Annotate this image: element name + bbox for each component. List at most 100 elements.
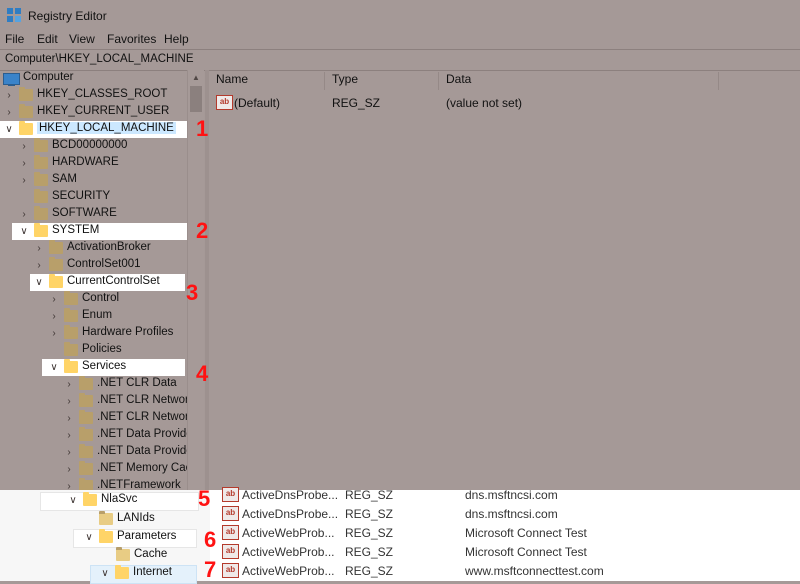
address-path[interactable]: Computer\HKEY_LOCAL_MACHINE <box>5 53 194 65</box>
tree-node-hkey-current-user[interactable]: › HKEY_CURRENT_USER <box>0 104 185 121</box>
tree-node-activationbroker[interactable]: › ActivationBroker <box>0 240 185 257</box>
chevron-right-icon[interactable]: › <box>3 104 15 121</box>
chevron-right-icon[interactable]: › <box>48 291 60 308</box>
step-marker-4: 4 <box>196 361 209 386</box>
folder-icon <box>19 87 33 101</box>
tree-node-bcd[interactable]: › BCD00000000 <box>0 138 185 155</box>
tree-node-label: Cache <box>134 548 168 560</box>
menu-bar: File Edit View Favorites Help <box>0 30 800 49</box>
chevron-right-icon[interactable]: › <box>33 240 45 257</box>
registry-editor-icon <box>7 8 21 22</box>
tree-node-system[interactable]: ∨ SYSTEM <box>0 223 185 240</box>
chevron-down-icon[interactable]: ∨ <box>99 565 111 582</box>
chevron-down-icon[interactable]: ∨ <box>48 359 60 376</box>
menu-file[interactable]: File <box>5 32 24 46</box>
chevron-down-icon[interactable]: ∨ <box>18 223 30 240</box>
list-row[interactable]: ab ActiveWebProb... REG_SZ Microsoft Con… <box>222 541 782 560</box>
chevron-right-icon[interactable]: › <box>3 87 15 104</box>
chevron-right-icon[interactable]: › <box>48 325 60 342</box>
tree-node-hardware-profiles[interactable]: › Hardware Profiles <box>0 325 185 342</box>
tree-node-controlset001[interactable]: › ControlSet001 <box>0 257 185 274</box>
chevron-down-icon[interactable]: ∨ <box>3 121 15 138</box>
tree-node-hkey-local-machine[interactable]: ∨ HKEY_LOCAL_MACHINE <box>0 121 185 138</box>
chevron-down-icon[interactable]: ∨ <box>67 492 79 509</box>
string-value-icon: ab <box>222 506 239 521</box>
value-type: REG_SZ <box>345 545 394 559</box>
tree-node-lanids[interactable]: LANIds <box>0 511 200 528</box>
tree-node-control[interactable]: › Control <box>0 291 185 308</box>
tree-node-currentcontrolset[interactable]: ∨ CurrentControlSet <box>0 274 185 291</box>
tree-node-security[interactable]: SECURITY <box>0 189 185 206</box>
tree-node-label: ControlSet001 <box>67 258 141 270</box>
folder-icon <box>34 138 48 152</box>
tree-node-hkey-classes-root[interactable]: › HKEY_CLASSES_ROOT <box>0 87 185 104</box>
step-marker-7: 7 <box>204 557 217 582</box>
tree-node-hardware[interactable]: › HARDWARE <box>0 155 185 172</box>
tree-node-label: HKEY_LOCAL_MACHINE <box>37 122 176 134</box>
tree-node-net-data-provider-sqlserver[interactable]: › .NET Data Provider for SqlServer <box>0 444 187 461</box>
chevron-right-icon[interactable]: › <box>48 308 60 325</box>
tree-node-sam[interactable]: › SAM <box>0 172 185 189</box>
folder-icon <box>64 325 78 339</box>
folder-icon <box>83 492 97 506</box>
address-bar[interactable]: Computer\HKEY_LOCAL_MACHINE <box>0 49 800 71</box>
tree-node-parameters[interactable]: ∨ Parameters <box>0 529 200 546</box>
chevron-right-icon[interactable]: › <box>18 155 30 172</box>
column-header-type[interactable]: Type <box>325 72 439 90</box>
folder-icon <box>79 376 93 390</box>
tree-node-label: BCD00000000 <box>52 139 128 151</box>
list-row[interactable]: ab ActiveDnsProbe... REG_SZ dns.msftncsi… <box>222 484 782 503</box>
tree-node-label: CurrentControlSet <box>67 275 160 287</box>
tree-node-label: HKEY_CLASSES_ROOT <box>37 88 168 100</box>
chevron-down-icon[interactable]: ∨ <box>83 529 95 546</box>
menu-edit[interactable]: Edit <box>37 32 58 46</box>
chevron-right-icon[interactable]: › <box>18 206 30 223</box>
tree-node-software[interactable]: › SOFTWARE <box>0 206 185 223</box>
chevron-right-icon[interactable]: › <box>63 427 75 444</box>
menu-help[interactable]: Help <box>164 32 189 46</box>
chevron-right-icon[interactable]: › <box>33 257 45 274</box>
chevron-right-icon[interactable]: › <box>63 444 75 461</box>
tree-root-computer[interactable]: Computer <box>0 70 185 87</box>
list-row-default[interactable]: ab (Default) REG_SZ (value not set) <box>209 94 709 113</box>
chevron-right-icon[interactable]: › <box>63 393 75 410</box>
folder-icon <box>64 342 78 356</box>
chevron-right-icon[interactable]: › <box>18 138 30 155</box>
list-row[interactable]: ab ActiveWebProb... REG_SZ www.msftconne… <box>222 560 782 579</box>
tree-node-label: HKEY_CURRENT_USER <box>37 105 170 117</box>
tree-node-cache[interactable]: Cache <box>0 547 200 564</box>
column-header-name[interactable]: Name <box>209 72 325 90</box>
folder-icon <box>49 257 63 271</box>
list-row[interactable]: ab ActiveDnsProbe... REG_SZ dns.msftncsi… <box>222 503 782 522</box>
tree-node-label: Policies <box>82 343 122 355</box>
menu-favorites[interactable]: Favorites <box>107 32 156 46</box>
chevron-down-icon[interactable]: ∨ <box>33 274 45 291</box>
chevron-right-icon[interactable]: › <box>63 376 75 393</box>
value-name: ActiveWebProb... <box>242 564 335 578</box>
tree-node-net-clr-networking-4[interactable]: › .NET CLR Networking 4.0.0.0 <box>0 410 187 427</box>
tree-node-services[interactable]: ∨ Services <box>0 359 185 376</box>
column-header-data[interactable]: Data <box>439 72 719 90</box>
menu-view[interactable]: View <box>69 32 95 46</box>
scrollbar-thumb[interactable] <box>190 86 202 112</box>
folder-icon <box>79 461 93 475</box>
chevron-right-icon[interactable]: › <box>18 172 30 189</box>
tree-node-policies[interactable]: Policies <box>0 342 185 359</box>
tree-node-label: .NET CLR Networking <box>97 394 187 406</box>
value-name: (Default) <box>234 96 281 110</box>
chevron-right-icon[interactable]: › <box>63 410 75 427</box>
value-type: REG_SZ <box>332 96 381 110</box>
tree-node-net-clr-data[interactable]: › .NET CLR Data <box>0 376 187 393</box>
scroll-up-arrow-icon[interactable]: ▲ <box>192 73 200 82</box>
tree-node-enum[interactable]: › Enum <box>0 308 185 325</box>
tree-node-label: ActivationBroker <box>67 241 151 253</box>
folder-icon <box>99 511 113 525</box>
tree-node-net-data-provider-oracle[interactable]: › .NET Data Provider for Oracle <box>0 427 187 444</box>
tree-node-net-memory-cache[interactable]: › .NET Memory Cache 4.0 <box>0 461 187 478</box>
tree-node-internet[interactable]: ∨ Internet <box>0 565 200 582</box>
list-row[interactable]: ab ActiveWebProb... REG_SZ Microsoft Con… <box>222 522 782 541</box>
tree-node-nlasvc[interactable]: ∨ NlaSvc <box>0 492 200 509</box>
chevron-right-icon[interactable]: › <box>63 461 75 478</box>
tree-node-net-clr-networking[interactable]: › .NET CLR Networking <box>0 393 187 410</box>
folder-icon <box>49 274 63 288</box>
